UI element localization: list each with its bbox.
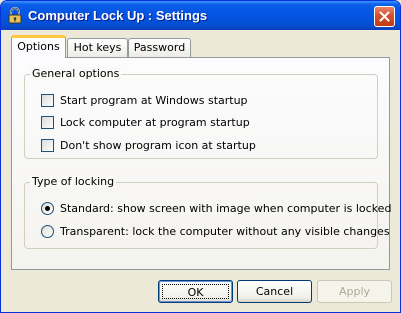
close-button[interactable]	[374, 6, 395, 27]
tab-options[interactable]: Options	[11, 35, 66, 58]
cancel-button[interactable]: Cancel	[237, 280, 312, 303]
transparent-locking-label: Transparent: lock the computer without a…	[60, 224, 390, 238]
type-of-locking-group: Type of locking Standard: show screen wi…	[24, 175, 391, 249]
standard-locking-option[interactable]: Standard: show screen with image when co…	[41, 201, 391, 215]
title-bar[interactable]: Computer Lock Up : Settings	[1, 1, 400, 30]
tab-hot-keys[interactable]: Hot keys	[67, 38, 128, 58]
lock-at-program-startup-checkbox[interactable]	[41, 115, 54, 129]
close-icon	[379, 11, 390, 22]
apply-button[interactable]: Apply	[317, 280, 392, 303]
standard-locking-radio[interactable]	[41, 201, 54, 215]
transparent-locking-option[interactable]: Transparent: lock the computer without a…	[41, 224, 390, 238]
transparent-locking-radio[interactable]	[41, 224, 54, 238]
ok-button[interactable]: OK	[158, 280, 233, 303]
hide-program-icon-option[interactable]: Don't show program icon at startup	[41, 138, 256, 152]
hide-program-icon-checkbox[interactable]	[41, 138, 54, 152]
start-at-windows-startup-option[interactable]: Start program at Windows startup	[41, 93, 248, 107]
general-options-group: General options Start program at Windows…	[24, 67, 378, 159]
start-at-windows-startup-label: Start program at Windows startup	[60, 93, 248, 107]
tab-password[interactable]: Password	[128, 38, 191, 58]
start-at-windows-startup-checkbox[interactable]	[41, 93, 54, 107]
lock-at-program-startup-option[interactable]: Lock computer at program startup	[41, 115, 250, 129]
standard-locking-label: Standard: show screen with image when co…	[60, 201, 392, 215]
options-tab-panel: General options Start program at Windows…	[11, 57, 391, 270]
settings-dialog: Computer Lock Up : Settings Options Hot …	[0, 0, 401, 313]
window-title: Computer Lock Up : Settings	[28, 8, 208, 23]
hide-program-icon-label: Don't show program icon at startup	[60, 138, 256, 152]
type-of-locking-title: Type of locking	[30, 175, 117, 188]
general-options-title: General options	[30, 67, 122, 80]
ok-button-label: OK	[162, 284, 229, 299]
lock-at-program-startup-label: Lock computer at program startup	[60, 115, 250, 129]
padlock-app-icon	[7, 7, 23, 24]
